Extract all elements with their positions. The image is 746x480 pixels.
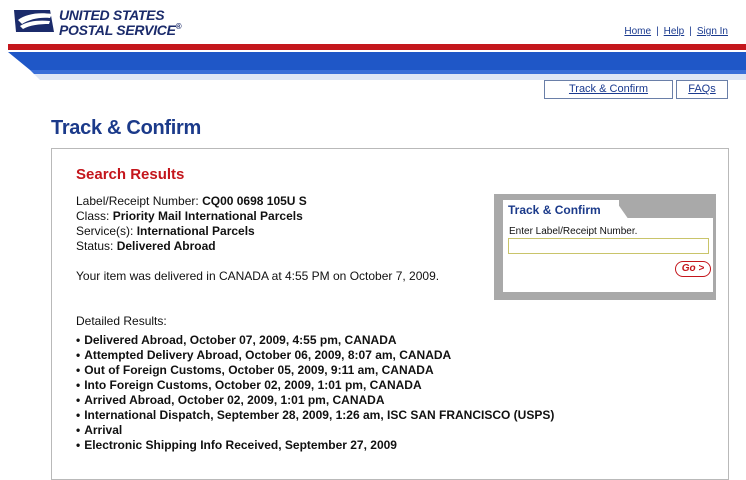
label-number-label: Label/Receipt Number: [76,194,203,208]
header-stripes [8,44,746,80]
bullet-icon: • [76,393,81,407]
list-item: • Into Foreign Customs, October 02, 2009,… [76,378,554,393]
tab-track-confirm[interactable]: Track & Confirm [544,80,673,99]
event-text: Delivered Abroad, October 07, 2009, 4:55… [84,333,397,347]
page-title: Track & Confirm [51,117,201,139]
tab-track-confirm-link[interactable]: Track & Confirm [569,83,648,95]
home-link[interactable]: Home [624,26,651,37]
status-label: Status: [76,239,117,253]
usps-eagle-icon [14,10,54,32]
list-item: • Out of Foreign Customs, October 05, 200… [76,363,554,378]
delivery-message: Your item was delivered in CANADA at 4:5… [76,269,440,283]
status-value: Delivered Abroad [116,239,216,253]
go-button[interactable]: Go > [675,261,711,277]
list-item: • Electronic Shipping Info Received, Sept… [76,438,554,453]
tracking-events: • Delivered Abroad, October 07, 2009, 4:5… [76,333,554,453]
detailed-results-label: Detailed Results: [76,314,167,328]
list-item: • Delivered Abroad, October 07, 2009, 4:5… [76,333,554,348]
bullet-icon: • [76,408,81,422]
list-item: • International Dispatch, September 28, 2… [76,408,554,423]
results-panel: Search Results Label/Receipt Number: CQ0… [51,148,729,480]
logo-text-line2: POSTAL SERVICE® [59,22,182,38]
event-text: Into Foreign Customs, October 02, 2009, … [84,378,422,392]
class-row: Class: Priority Mail International Parce… [76,209,307,224]
top-links: Home | Help | Sign In [624,26,728,37]
class-label: Class: [76,209,113,223]
status-row: Status: Delivered Abroad [76,239,307,254]
services-value: International Parcels [136,224,255,238]
event-text: Arrived Abroad, October 02, 2009, 1:01 p… [84,393,385,407]
label-number-value: CQ00 0698 105U S [202,194,307,208]
help-link[interactable]: Help [664,26,685,37]
class-value: Priority Mail International Parcels [112,209,303,223]
services-row: Service(s): International Parcels [76,224,307,239]
event-text: Attempted Delivery Abroad, October 06, 2… [84,348,452,362]
tab-faqs-link[interactable]: FAQs [688,83,716,95]
bullet-icon: • [76,423,81,437]
link-separator: | [656,26,659,37]
bullet-icon: • [76,348,81,362]
event-text: Electronic Shipping Info Received, Septe… [84,438,397,452]
bullet-icon: • [76,333,81,347]
shipment-info: Label/Receipt Number: CQ00 0698 105U S C… [76,194,307,254]
search-results-heading: Search Results [76,166,185,183]
label-number-row: Label/Receipt Number: CQ00 0698 105U S [76,194,307,209]
logo-text-line1: UNITED STATES [59,7,165,23]
list-item: • Attempted Delivery Abroad, October 06, … [76,348,554,363]
widget-tab-corner [615,200,629,220]
bullet-icon: • [76,363,81,377]
list-item: • Arrival [76,423,554,438]
event-text: International Dispatch, September 28, 20… [84,408,555,422]
track-confirm-widget: Enter Label/Receipt Number. Go > Track &… [494,194,716,300]
widget-title: Track & Confirm [508,203,601,217]
services-label: Service(s): [76,224,137,238]
link-separator: | [689,26,692,37]
bullet-icon: • [76,438,81,452]
widget-body: Enter Label/Receipt Number. Go > [503,218,713,292]
event-text: Out of Foreign Customs, October 05, 2009… [84,363,434,377]
tab-faqs[interactable]: FAQs [676,80,728,99]
receipt-number-label: Enter Label/Receipt Number. [509,226,638,237]
usps-logo[interactable]: UNITED STATES POSTAL SERVICE® [10,4,210,40]
secondary-nav: Track & Confirm FAQs [0,80,746,100]
receipt-number-input[interactable] [508,238,709,254]
bullet-icon: • [76,378,81,392]
list-item: • Arrived Abroad, October 02, 2009, 1:01 … [76,393,554,408]
event-text: Arrival [84,423,123,437]
sign-in-link[interactable]: Sign In [697,26,728,37]
